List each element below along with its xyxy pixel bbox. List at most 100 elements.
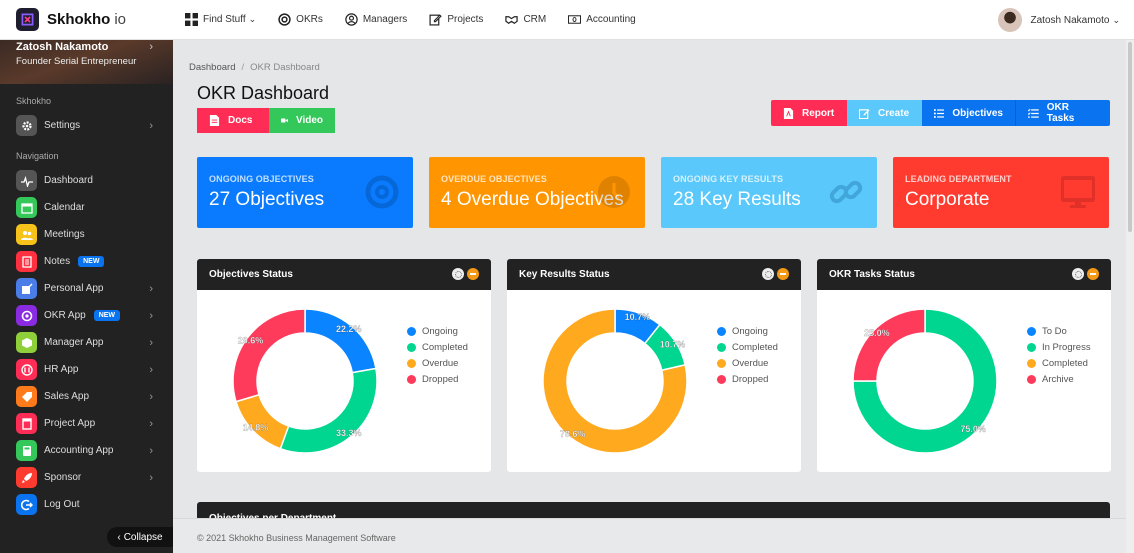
- page-scrollbar[interactable]: [1126, 40, 1134, 553]
- nav-label: Find Stuff: [203, 14, 246, 25]
- sidebar-item-manager-app[interactable]: Manager App ›: [0, 329, 173, 356]
- data-label: 25.0%: [864, 328, 890, 338]
- minimize-button[interactable]: [1087, 268, 1099, 280]
- legend-item[interactable]: Ongoing: [407, 323, 468, 339]
- sidebar-item-label: Accounting App: [44, 445, 114, 456]
- main-content: Dashboard / OKR Dashboard OKR Dashboard Do…: [173, 40, 1126, 553]
- slice-ongoing[interactable]: [304, 308, 377, 374]
- sidebar-item-okr-app[interactable]: OKR App NEW ›: [0, 302, 173, 329]
- video-icon: [281, 118, 288, 123]
- sidebar-item-label: Meetings: [44, 229, 85, 240]
- report-button[interactable]: Report: [771, 100, 847, 126]
- card-ongoing-key-results[interactable]: ONGOING KEY RESULTS 28 Key Results: [661, 157, 877, 228]
- sidebar-item-label: OKR App: [44, 310, 86, 321]
- legend-swatch: [407, 374, 416, 384]
- sidebar-item-notes[interactable]: Notes NEW: [0, 248, 173, 275]
- slice-completed[interactable]: [279, 367, 378, 454]
- legend-item[interactable]: Completed: [1027, 355, 1091, 371]
- sidebar-item-sales-app[interactable]: Sales App ›: [0, 383, 173, 410]
- legend-item[interactable]: In Progress: [1027, 339, 1091, 355]
- sidebar-item-label: Personal App: [44, 283, 104, 294]
- create-label: Create: [878, 107, 910, 119]
- nav-projects[interactable]: Projects: [429, 13, 483, 26]
- legend-item[interactable]: Completed: [407, 339, 468, 355]
- docs-button[interactable]: Docs: [197, 108, 269, 133]
- legend-item[interactable]: Archive: [1027, 371, 1091, 387]
- sidebar-item-sponsor[interactable]: Sponsor ›: [0, 464, 173, 491]
- data-label: 14.8%: [243, 423, 269, 433]
- card-overdue-objectives[interactable]: OVERDUE OBJECTIVES 4 Overdue Objectives: [429, 157, 645, 228]
- video-label: Video: [295, 115, 323, 126]
- legend-swatch: [1027, 374, 1036, 384]
- user-menu[interactable]: Zatosh Nakamoto ⌄: [997, 8, 1120, 32]
- sidebar-item-meetings[interactable]: Meetings: [0, 221, 173, 248]
- data-label: 75.0%: [960, 424, 986, 434]
- scrollbar-thumb[interactable]: [1128, 42, 1132, 232]
- calendar-icon: [16, 197, 37, 218]
- video-button[interactable]: Video: [269, 108, 335, 133]
- doc-buttons: Docs Video: [197, 108, 335, 133]
- calculator-icon: [16, 440, 37, 461]
- sidebar-item-accounting-app[interactable]: Accounting App ›: [0, 437, 173, 464]
- card-ongoing-objectives[interactable]: ONGOING OBJECTIVES 27 Objectives: [197, 157, 413, 228]
- nav-label: Accounting: [586, 14, 636, 25]
- sidebar-item-label: Manager App: [44, 337, 104, 348]
- nav-label: Projects: [447, 14, 484, 25]
- sidebar-item-label: Settings: [44, 120, 81, 131]
- pulse-icon: [16, 170, 37, 191]
- sidebar-item-project-app[interactable]: Project App ›: [0, 410, 173, 437]
- breadcrumb-separator: /: [241, 62, 245, 73]
- page-title: OKR Dashboard: [197, 83, 330, 103]
- nav-managers[interactable]: Managers: [345, 13, 407, 26]
- create-button[interactable]: Create: [847, 100, 922, 126]
- legend-item[interactable]: To Do: [1027, 323, 1091, 339]
- avatar: [997, 8, 1022, 32]
- legend-swatch: [407, 342, 416, 352]
- slice-archive[interactable]: [852, 308, 926, 382]
- chevron-right-icon: ›: [149, 417, 153, 430]
- legend-item[interactable]: Completed: [717, 339, 778, 355]
- sidebar-item-dashboard[interactable]: Dashboard: [0, 167, 173, 194]
- legend-swatch: [407, 326, 416, 336]
- legend-item[interactable]: Dropped: [407, 371, 468, 387]
- donut-chart: 75.0% 25.0%: [852, 308, 998, 454]
- okr-tasks-button[interactable]: OKR Tasks: [1016, 100, 1110, 126]
- legend-item[interactable]: Overdue: [717, 355, 778, 371]
- legend-label: Archive: [1042, 373, 1074, 385]
- sidebar-item-log-out[interactable]: Log Out: [0, 491, 173, 518]
- expand-button[interactable]: [762, 268, 774, 280]
- sidebar-profile[interactable]: Zatosh Nakamoto Founder Serial Entrepren…: [0, 40, 173, 84]
- sidebar-item-personal-app[interactable]: Personal App ›: [0, 275, 173, 302]
- edit-icon: [429, 14, 442, 26]
- nav-accounting[interactable]: Accounting: [568, 13, 636, 26]
- breadcrumb-root[interactable]: Dashboard: [189, 62, 235, 73]
- legend-item[interactable]: Overdue: [407, 355, 468, 371]
- link-icon: [829, 180, 863, 204]
- sidebar-item-settings[interactable]: Settings ›: [0, 112, 173, 139]
- nav-crm[interactable]: CRM: [505, 13, 546, 26]
- money-icon: [568, 15, 582, 24]
- tag-icon: [16, 386, 37, 407]
- expand-button[interactable]: [1072, 268, 1084, 280]
- sidebar-item-hr-app[interactable]: HR App ›: [0, 356, 173, 383]
- nav-find-stuff[interactable]: Find Stuff ⌄: [185, 13, 256, 26]
- minimize-button[interactable]: [777, 268, 789, 280]
- collapse-button[interactable]: ‹ Collapse: [107, 527, 173, 547]
- chevron-down-icon: ⌄: [248, 14, 257, 24]
- legend-item[interactable]: Dropped: [717, 371, 778, 387]
- brand[interactable]: Skhokho io: [0, 8, 173, 31]
- legend-label: Dropped: [732, 373, 769, 385]
- objectives-button[interactable]: Objectives: [922, 100, 1016, 126]
- card-leading-department[interactable]: LEADING DEPARTMENT Corporate: [893, 157, 1109, 228]
- legend-swatch: [717, 358, 726, 368]
- okr-tasks-label: OKR Tasks: [1046, 102, 1075, 124]
- legend-item[interactable]: Ongoing: [717, 323, 778, 339]
- objectives-label: Objectives: [952, 107, 1003, 119]
- nav-okrs[interactable]: OKRs: [278, 13, 323, 26]
- sidebar-item-calendar[interactable]: Calendar: [0, 194, 173, 221]
- sidebar-item-label: Sponsor: [44, 472, 82, 483]
- expand-button[interactable]: [452, 268, 464, 280]
- minimize-button[interactable]: [467, 268, 479, 280]
- hr-icon: [16, 359, 37, 380]
- slice-dropped[interactable]: [232, 308, 306, 403]
